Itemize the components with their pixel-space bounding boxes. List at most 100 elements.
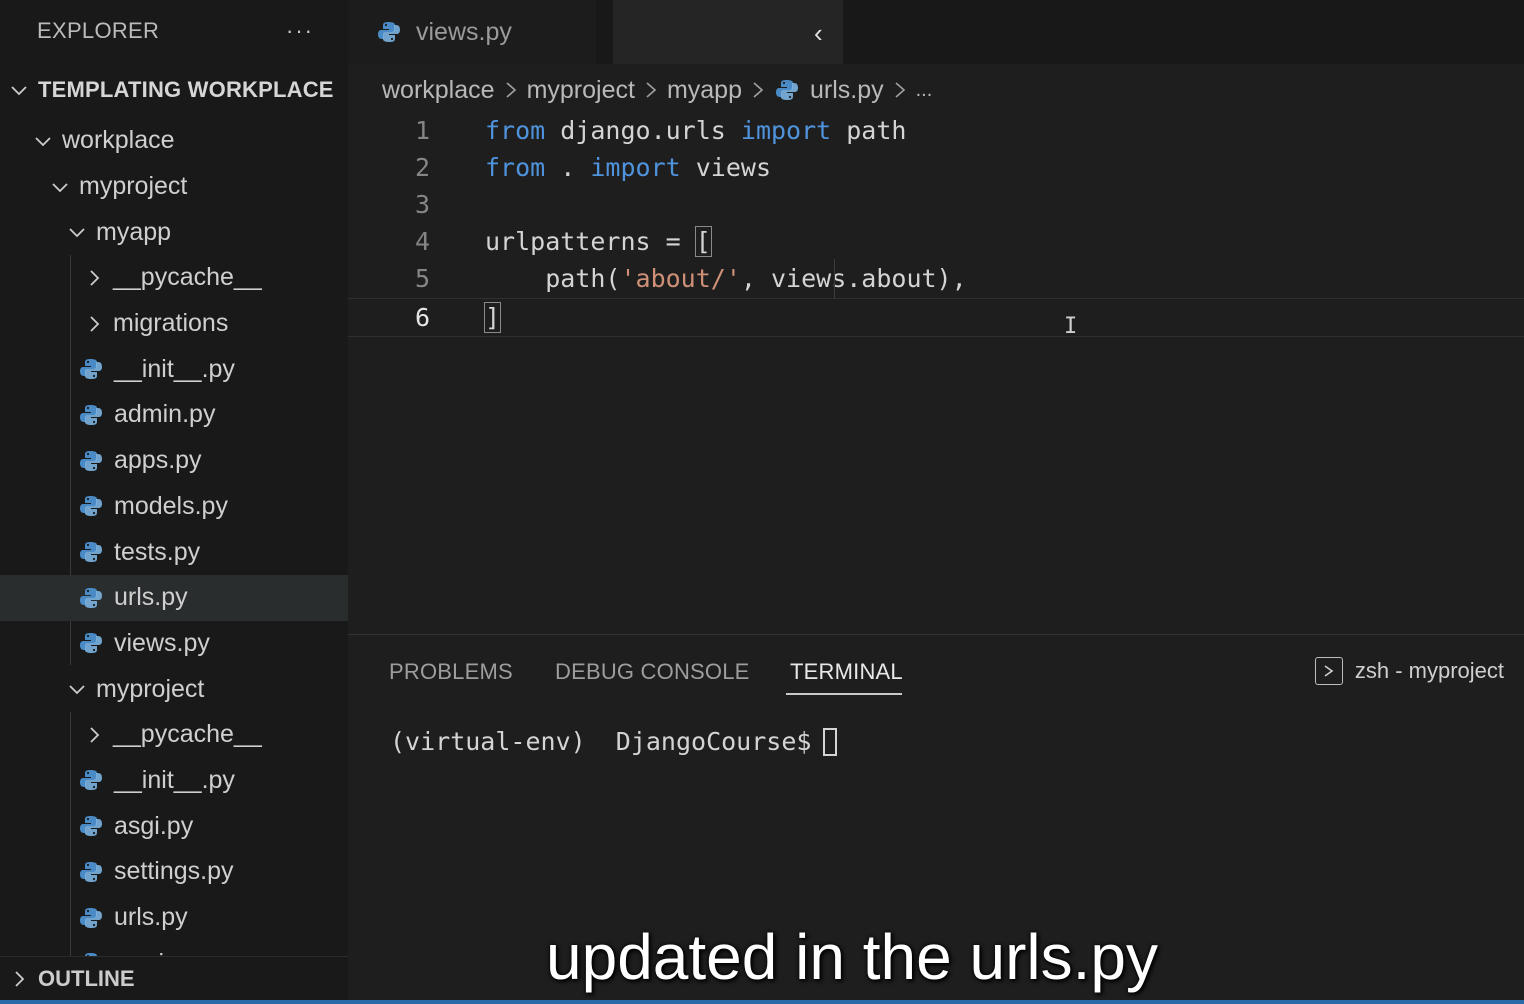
chevron-left-icon: ‹ bbox=[814, 18, 823, 48]
python-file-icon bbox=[78, 356, 104, 382]
indent-guide bbox=[834, 259, 835, 299]
tree-file-apps[interactable]: apps.py bbox=[0, 438, 348, 484]
breadcrumb-item[interactable]: ... bbox=[916, 79, 933, 102]
tree-label: migrations bbox=[113, 309, 229, 338]
chevron-down-icon bbox=[32, 130, 54, 152]
chevron-down-icon bbox=[8, 79, 30, 101]
python-file-icon bbox=[78, 539, 104, 565]
matched-bracket: ] bbox=[483, 302, 502, 333]
tree-label: urls.py bbox=[114, 583, 188, 612]
code-line-current: 6 ] bbox=[348, 298, 1524, 337]
workspace-section-header[interactable]: TEMPLATING WORKPLACE bbox=[0, 62, 348, 118]
tree-file-models[interactable]: models.py bbox=[0, 484, 348, 530]
status-bar-edge bbox=[0, 1000, 1524, 1004]
tree-file-asgi[interactable]: asgi.py bbox=[0, 803, 348, 849]
breadcrumb-item[interactable]: myproject bbox=[527, 76, 635, 105]
breadcrumb-item[interactable]: workplace bbox=[382, 76, 495, 105]
tab-debug-console[interactable]: DEBUG CONSOLE bbox=[555, 659, 750, 685]
tab-drag-ghost bbox=[613, 0, 843, 64]
line-number: 2 bbox=[414, 153, 430, 182]
tree-label: models.py bbox=[114, 491, 228, 520]
code-text: path('about/', views.about), bbox=[485, 264, 967, 293]
tree-label: myproject bbox=[96, 674, 205, 703]
code-text: urlpatterns = [ bbox=[485, 226, 712, 257]
workspace-title: TEMPLATING WORKPLACE bbox=[38, 77, 334, 102]
matched-bracket: [ bbox=[694, 226, 712, 257]
tree-label: __pycache__ bbox=[113, 263, 262, 292]
explorer-header: EXPLORER ··· bbox=[0, 0, 348, 62]
python-file-icon bbox=[78, 402, 104, 428]
code-line: 5 path('about/', views.about), bbox=[348, 260, 1524, 297]
line-number: 4 bbox=[414, 227, 430, 256]
explorer-sidebar: EXPLORER ··· TEMPLATING WORKPLACE workpl… bbox=[0, 0, 348, 1000]
tree-label: tests.py bbox=[114, 537, 201, 566]
line-number: 5 bbox=[414, 264, 430, 293]
code-line: 3 bbox=[348, 186, 1524, 223]
terminal-prompt[interactable]: (virtual-env) DjangoCourse$ bbox=[390, 727, 838, 756]
python-file-icon bbox=[376, 19, 402, 45]
text-cursor-icon: I bbox=[1064, 314, 1078, 339]
tree-label: settings.py bbox=[114, 857, 234, 886]
tree-folder-pycache[interactable]: __pycache__ bbox=[0, 712, 348, 758]
chevron-right-icon bbox=[644, 79, 658, 101]
active-tab-indicator bbox=[786, 693, 902, 695]
chevron-right-icon bbox=[83, 267, 105, 289]
more-actions-icon[interactable]: ··· bbox=[286, 18, 314, 44]
tree-label: __pycache__ bbox=[113, 720, 262, 749]
tab-terminal[interactable]: TERMINAL bbox=[790, 659, 903, 685]
python-file-icon bbox=[78, 585, 104, 611]
chevron-down-icon bbox=[49, 176, 71, 198]
tree-label: __init__.py bbox=[114, 765, 235, 794]
tree-file-init[interactable]: __init__.py bbox=[0, 758, 348, 804]
terminal-name: zsh - myproject bbox=[1354, 658, 1504, 683]
breadcrumb: workplace myproject myapp urls.py ... bbox=[382, 70, 932, 110]
tab-views-py[interactable]: views.py bbox=[348, 0, 596, 64]
explorer-title: EXPLORER bbox=[37, 18, 160, 43]
tree-folder-workplace[interactable]: workplace bbox=[0, 118, 348, 164]
tree-folder-myproject-inner[interactable]: myproject bbox=[0, 666, 348, 712]
editor-tab-bar: views.py ‹ bbox=[348, 0, 1524, 64]
tree-folder-migrations[interactable]: migrations bbox=[0, 301, 348, 347]
python-file-icon bbox=[78, 813, 104, 839]
tree-label: myapp bbox=[96, 217, 172, 246]
line-number: 3 bbox=[414, 190, 430, 219]
tree-label: asgi.py bbox=[114, 811, 194, 840]
tree-folder-myapp[interactable]: myapp bbox=[0, 209, 348, 255]
tab-problems[interactable]: PROBLEMS bbox=[389, 659, 513, 685]
code-text: ] bbox=[483, 302, 502, 333]
tree-file-urls-selected[interactable]: urls.py bbox=[0, 574, 348, 621]
chevron-right-icon bbox=[83, 724, 105, 746]
breadcrumb-item[interactable]: urls.py bbox=[810, 76, 884, 105]
python-file-icon bbox=[774, 77, 800, 103]
code-text: from django.urls import path bbox=[485, 116, 907, 145]
tree-file-tests[interactable]: tests.py bbox=[0, 529, 348, 575]
tab-label: views.py bbox=[416, 17, 512, 46]
terminal-cursor bbox=[823, 727, 838, 756]
breadcrumb-item[interactable]: myapp bbox=[667, 76, 742, 105]
line-number: 6 bbox=[414, 303, 430, 332]
tree-folder-myproject[interactable]: myproject bbox=[0, 164, 348, 210]
tree-label: __init__.py bbox=[114, 354, 235, 383]
tree-file-settings[interactable]: settings.py bbox=[0, 849, 348, 895]
chevron-down-icon bbox=[66, 678, 88, 700]
code-editor[interactable]: 1 from django.urls import path 2 from . … bbox=[348, 112, 1524, 632]
code-line: 4 urlpatterns = [ bbox=[348, 223, 1524, 260]
tree-folder-pycache[interactable]: __pycache__ bbox=[0, 255, 348, 301]
tree-label: myproject bbox=[79, 172, 188, 201]
tree-file-views[interactable]: views.py bbox=[0, 621, 348, 667]
file-tree: workplace myproject myapp __pycache__ mi… bbox=[0, 118, 348, 986]
prompt-env: (virtual-env) bbox=[390, 727, 586, 756]
python-file-icon bbox=[78, 448, 104, 474]
line-number: 1 bbox=[414, 116, 430, 145]
tree-label: workplace bbox=[62, 126, 175, 155]
tree-label: admin.py bbox=[114, 400, 216, 429]
tree-label: apps.py bbox=[114, 446, 202, 475]
chevron-down-icon bbox=[66, 221, 88, 243]
tree-file-admin[interactable]: admin.py bbox=[0, 392, 348, 438]
code-line: 1 from django.urls import path bbox=[348, 112, 1524, 149]
tree-file-init[interactable]: __init__.py bbox=[0, 346, 348, 392]
code-line: 2 from . import views bbox=[348, 149, 1524, 186]
chevron-right-icon bbox=[893, 79, 907, 101]
terminal-selector[interactable]: zsh - myproject bbox=[1314, 657, 1504, 685]
prompt-dir: DjangoCourse$ bbox=[585, 727, 812, 756]
